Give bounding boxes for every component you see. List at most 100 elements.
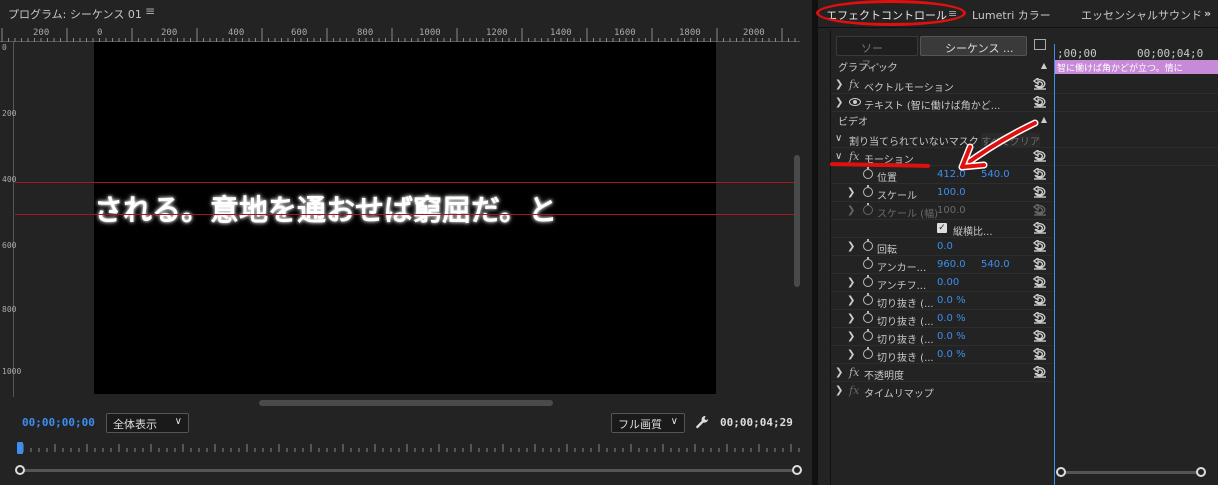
anchor-y-value[interactable]: 540.0	[981, 259, 1010, 270]
horizontal-scrollbar[interactable]	[259, 400, 553, 406]
stopwatch-icon[interactable]	[863, 293, 873, 305]
current-timecode[interactable]: 00;00;00;00	[22, 416, 95, 429]
reset-icon[interactable]	[1033, 204, 1047, 216]
panel-menu-icon[interactable]: ≡	[948, 7, 957, 20]
guide-line[interactable]	[15, 182, 800, 183]
reset-icon[interactable]	[1033, 222, 1047, 234]
property-row-scale-width[interactable]: ❯ スケール (幅) 100.0	[831, 202, 1053, 220]
property-row-anchor[interactable]: アンカー... 960.0 540.0	[831, 256, 1053, 274]
chevron-right-icon[interactable]: ❯	[835, 367, 843, 378]
anchor-x-value[interactable]: 960.0	[937, 259, 966, 270]
sequence-clip-button[interactable]: シーケンス ...	[920, 36, 1027, 56]
stopwatch-icon[interactable]	[863, 167, 873, 179]
tab-essential-sound[interactable]: エッセンシャルサウンド	[1081, 7, 1202, 23]
property-row-crop-right[interactable]: ❯ 切り抜き (... 0.0 %	[831, 328, 1053, 346]
crop-bottom-value[interactable]: 0.0 %	[937, 349, 966, 360]
reset-icon[interactable]	[1033, 276, 1047, 288]
zoom-scroll-bar[interactable]	[20, 469, 797, 472]
reset-icon[interactable]	[1033, 312, 1047, 324]
chevron-right-icon[interactable]: ❯	[847, 313, 855, 324]
tab-lumetri-color[interactable]: Lumetri カラー	[972, 7, 1051, 23]
guide-line[interactable]	[15, 214, 800, 215]
chevron-right-icon[interactable]: ❯	[835, 79, 843, 90]
program-monitor-title[interactable]: プログラム: シーケンス 01	[8, 6, 142, 22]
reset-icon[interactable]	[1033, 240, 1047, 252]
effect-controls-timeline[interactable]: ;00;00 00;00;04;0 智に働けば角かどが立つ。情に	[1055, 44, 1218, 485]
tab-effect-controls[interactable]: エフェクトコントロール	[826, 7, 947, 23]
scroll-up-icon[interactable]: ▲	[1041, 61, 1047, 70]
chevron-right-icon[interactable]: ❯	[847, 205, 855, 216]
fx-icon[interactable]: fx	[849, 150, 859, 163]
stopwatch-icon[interactable]	[863, 185, 873, 197]
property-row-uniform-scale[interactable]: ✓ 縦横比...	[831, 220, 1053, 238]
stopwatch-icon[interactable]	[863, 347, 873, 359]
chevron-right-icon[interactable]: ❯	[847, 295, 855, 306]
ruler-label: 1200	[486, 28, 508, 38]
fx-icon[interactable]: fx	[849, 366, 859, 379]
property-row-crop-top[interactable]: ❯ 切り抜き (... 0.0 %	[831, 310, 1053, 328]
stopwatch-icon[interactable]	[863, 239, 873, 251]
wrench-icon[interactable]	[694, 414, 710, 430]
source-clip-button[interactable]: ソース・...	[836, 36, 918, 71]
horizontal-ruler: 200 0 200 400 600 800 1000 1200 1400 160…	[0, 28, 800, 42]
reset-icon[interactable]	[1033, 294, 1047, 306]
chevron-right-icon[interactable]: ❯	[847, 187, 855, 198]
reset-icon[interactable]	[1033, 330, 1047, 342]
vertical-scrollbar[interactable]	[794, 155, 800, 287]
clip-bar[interactable]: 智に働けば角かどが立つ。情に	[1055, 60, 1218, 74]
uniform-scale-checkbox[interactable]: ✓	[937, 223, 947, 233]
stopwatch-icon[interactable]	[863, 311, 873, 323]
eye-icon[interactable]	[849, 98, 861, 106]
rotation-value[interactable]: 0.0	[937, 241, 953, 252]
panel-menu-icon[interactable]: ≡	[145, 4, 155, 18]
caption-text[interactable]: される。意地を通おせば窮屈だ。と	[94, 187, 557, 229]
stopwatch-icon[interactable]	[863, 329, 873, 341]
reset-icon[interactable]	[1033, 258, 1047, 270]
zoom-level-dropdown[interactable]: 全体表示 ∨	[106, 413, 189, 433]
chevron-right-icon[interactable]: ❯	[847, 331, 855, 342]
toggle-timeline-icon[interactable]	[1034, 39, 1046, 50]
stopwatch-icon[interactable]	[863, 257, 873, 269]
property-label: 切り抜き (...	[877, 317, 934, 328]
property-row-antiflicker[interactable]: ❯ アンチフ... 0.00	[831, 274, 1053, 292]
timeline-zoom-bar[interactable]	[1061, 471, 1203, 474]
zoom-handle-right[interactable]	[792, 465, 802, 475]
more-tabs-icon[interactable]: »	[1204, 7, 1211, 20]
playback-quality-dropdown[interactable]: フル画質 ∨	[611, 413, 685, 433]
reset-icon[interactable]	[1033, 78, 1047, 90]
chevron-down-icon[interactable]: ∨	[835, 133, 842, 144]
chevron-down-icon[interactable]: ∨	[835, 151, 842, 162]
timeline-zoom-handle-left[interactable]	[1056, 467, 1066, 477]
crop-top-value[interactable]: 0.0 %	[937, 313, 966, 324]
effect-row-time-remap[interactable]: ❯ fx タイムリマップ	[831, 382, 1053, 400]
property-row-crop-bottom[interactable]: ❯ 切り抜き (... 0.0 %	[831, 346, 1053, 364]
zoom-handle-left[interactable]	[15, 465, 25, 475]
effect-label: タイムリマップ	[864, 389, 934, 400]
scale-value[interactable]: 100.0	[937, 187, 966, 198]
crop-right-value[interactable]: 0.0 %	[937, 331, 966, 342]
effect-row-opacity[interactable]: ❯ fx 不透明度	[831, 364, 1053, 382]
stopwatch-icon[interactable]	[863, 203, 873, 215]
antiflicker-value[interactable]: 0.00	[937, 277, 959, 288]
chevron-right-icon[interactable]: ❯	[847, 349, 855, 360]
property-row-scale[interactable]: ❯ スケール 100.0	[831, 184, 1053, 202]
reset-icon[interactable]	[1033, 366, 1047, 378]
reset-icon[interactable]	[1033, 186, 1047, 198]
fx-icon[interactable]: fx	[849, 78, 859, 91]
reset-icon[interactable]	[1033, 348, 1047, 360]
playhead[interactable]	[17, 442, 23, 454]
scale-width-value[interactable]: 100.0	[937, 205, 966, 216]
timeline-zoom-handle-right[interactable]	[1196, 467, 1206, 477]
video-preview[interactable]: される。意地を通おせば窮屈だ。と	[94, 42, 716, 394]
mini-timeline-ruler[interactable]	[15, 440, 800, 458]
chevron-right-icon[interactable]: ❯	[847, 277, 855, 288]
effect-row-vector-motion[interactable]: ❯ fx ベクトルモーション	[831, 76, 1053, 94]
fx-icon[interactable]: fx	[849, 384, 859, 397]
property-row-rotation[interactable]: ❯ 回転 0.0	[831, 238, 1053, 256]
crop-left-value[interactable]: 0.0 %	[937, 295, 966, 306]
chevron-right-icon[interactable]: ❯	[847, 241, 855, 252]
property-row-crop-left[interactable]: ❯ 切り抜き (... 0.0 %	[831, 292, 1053, 310]
chevron-right-icon[interactable]: ❯	[835, 385, 843, 396]
stopwatch-icon[interactable]	[863, 275, 873, 287]
chevron-right-icon[interactable]: ❯	[835, 97, 843, 108]
